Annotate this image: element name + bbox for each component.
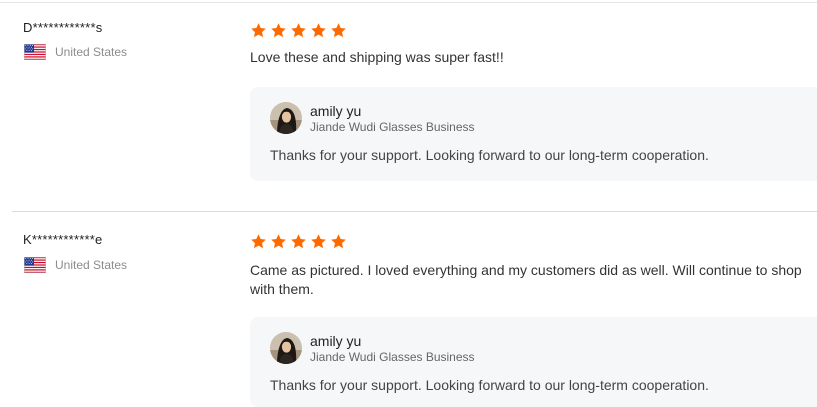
country-name: United States — [55, 258, 128, 272]
seller-reply: amily yu Jiande Wudi Glasses Business Th… — [250, 317, 817, 407]
review-card: D************s United States Love these … — [0, 0, 817, 211]
seller-reply: amily yu Jiande Wudi Glasses Business Th… — [250, 87, 817, 181]
us-flag-icon — [24, 44, 46, 60]
reply-text: Thanks for your support. Looking forward… — [270, 377, 709, 393]
star-icon — [250, 22, 267, 39]
seller-avatar — [270, 332, 302, 364]
seller-name: amily yu — [310, 103, 362, 119]
reviewer-country: United States — [24, 257, 127, 273]
review-text: Love these and shipping was super fast!! — [250, 49, 504, 65]
seller-company: Jiande Wudi Glasses Business — [310, 350, 475, 364]
star-icon — [310, 233, 327, 250]
country-name: United States — [55, 45, 128, 59]
reviewer-name: D************s — [23, 20, 103, 35]
reviewer-country: United States — [24, 44, 127, 60]
star-icon — [250, 233, 267, 250]
star-icon — [270, 22, 287, 39]
seller-avatar — [270, 102, 302, 134]
review-divider — [12, 211, 817, 212]
star-icon — [330, 233, 347, 250]
seller-name: amily yu — [310, 333, 362, 349]
seller-company: Jiande Wudi Glasses Business — [310, 120, 475, 134]
reply-text: Thanks for your support. Looking forward… — [270, 147, 709, 163]
star-icon — [270, 233, 287, 250]
star-icon — [330, 22, 347, 39]
star-rating — [250, 22, 347, 39]
star-icon — [310, 22, 327, 39]
us-flag-icon — [24, 257, 46, 273]
star-icon — [290, 22, 307, 39]
star-icon — [290, 233, 307, 250]
star-rating — [250, 233, 347, 250]
reviewer-name: K************e — [23, 232, 103, 247]
review-card: K************e United States Came as pic… — [0, 211, 817, 407]
review-text: Came as pictured. I loved everything and… — [250, 262, 802, 297]
